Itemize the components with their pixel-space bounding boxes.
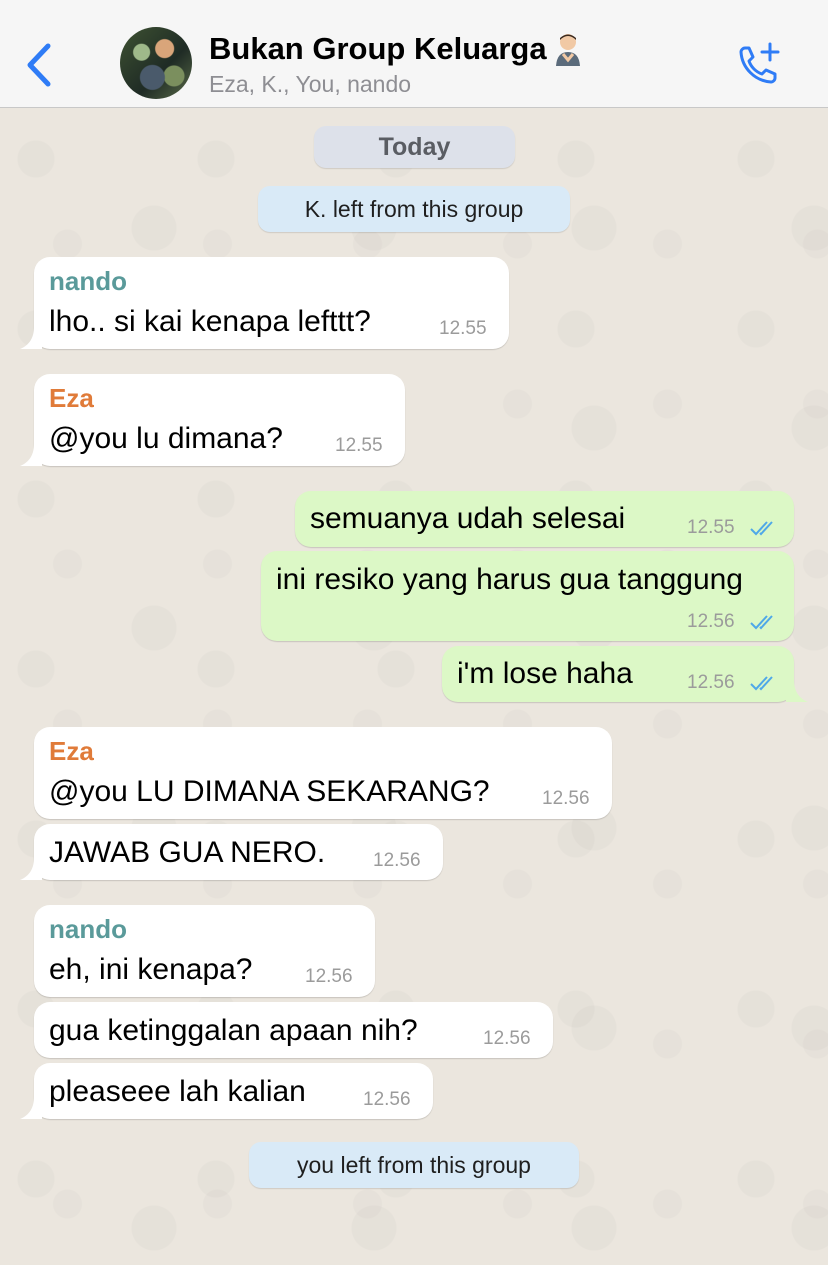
participants-list[interactable]: Eza, K., You, nando — [209, 71, 411, 98]
group-avatar[interactable] — [120, 27, 192, 99]
read-receipt-icon — [750, 676, 773, 691]
message-time: 12.56 — [363, 1089, 411, 1110]
message-bubble-incoming[interactable]: pleaseee lah kalian 12.56 — [34, 1063, 433, 1119]
add-call-icon — [739, 42, 780, 84]
date-chip: Today — [314, 126, 515, 168]
message-bubble-outgoing[interactable]: ini resiko yang harus gua tanggung 12.56 — [261, 551, 794, 641]
message-bubble-incoming[interactable]: nando eh, ini kenapa? 12.56 — [34, 905, 375, 997]
message-time: 12.56 — [373, 850, 421, 871]
message-time: 12.56 — [305, 966, 353, 987]
message-time: 12.55 — [687, 517, 735, 538]
message-text: @you lu dimana? — [49, 422, 283, 455]
message-text: i'm lose haha — [457, 657, 633, 690]
message-time: 12.56 — [542, 788, 590, 809]
sender-name: nando — [49, 914, 127, 944]
message-text: lho.. si kai kenapa lefttt? — [49, 305, 371, 338]
add-call-button[interactable] — [733, 40, 783, 90]
chevron-left-icon — [27, 43, 51, 87]
message-text: gua ketinggalan apaan nih? — [49, 1014, 418, 1047]
message-time: 12.56 — [687, 611, 735, 632]
sender-name: Eza — [49, 383, 94, 413]
person-shrugging-emoji-icon — [555, 34, 580, 66]
read-receipt-icon — [750, 615, 773, 630]
message-bubble-outgoing[interactable]: i'm lose haha 12.56 — [442, 646, 794, 702]
message-text: @you LU DIMANA SEKARANG? — [49, 775, 490, 808]
message-bubble-outgoing[interactable]: semuanya udah selesai 12.55 — [295, 491, 794, 547]
back-button[interactable] — [22, 40, 56, 90]
system-message: K. left from this group — [258, 186, 570, 232]
system-message: you left from this group — [249, 1142, 579, 1188]
chat-title[interactable]: Bukan Group Keluarga — [209, 31, 583, 67]
chat-header: Bukan Group Keluarga Eza, K., You, nando — [0, 0, 828, 108]
message-bubble-incoming[interactable]: JAWAB GUA NERO. 12.56 — [34, 824, 443, 880]
message-text: ini resiko yang harus gua tanggung — [276, 563, 743, 596]
message-time: 12.56 — [687, 672, 735, 693]
message-time: 12.55 — [439, 318, 487, 339]
message-bubble-incoming[interactable]: Eza @you LU DIMANA SEKARANG? 12.56 — [34, 727, 612, 819]
message-text: JAWAB GUA NERO. — [49, 836, 326, 869]
message-text: pleaseee lah kalian — [49, 1075, 306, 1108]
group-name: Bukan Group Keluarga — [209, 31, 547, 66]
message-text: eh, ini kenapa? — [49, 953, 253, 986]
message-text: semuanya udah selesai — [310, 502, 626, 535]
message-bubble-incoming[interactable]: Eza @you lu dimana? 12.55 — [34, 374, 405, 466]
sender-name: Eza — [49, 736, 94, 766]
message-time: 12.55 — [335, 435, 383, 456]
message-bubble-incoming[interactable]: gua ketinggalan apaan nih? 12.56 — [34, 1002, 553, 1058]
message-bubble-incoming[interactable]: nando lho.. si kai kenapa lefttt? 12.55 — [34, 257, 509, 349]
sender-name: nando — [49, 266, 127, 296]
message-time: 12.56 — [483, 1028, 531, 1049]
read-receipt-icon — [750, 521, 773, 536]
